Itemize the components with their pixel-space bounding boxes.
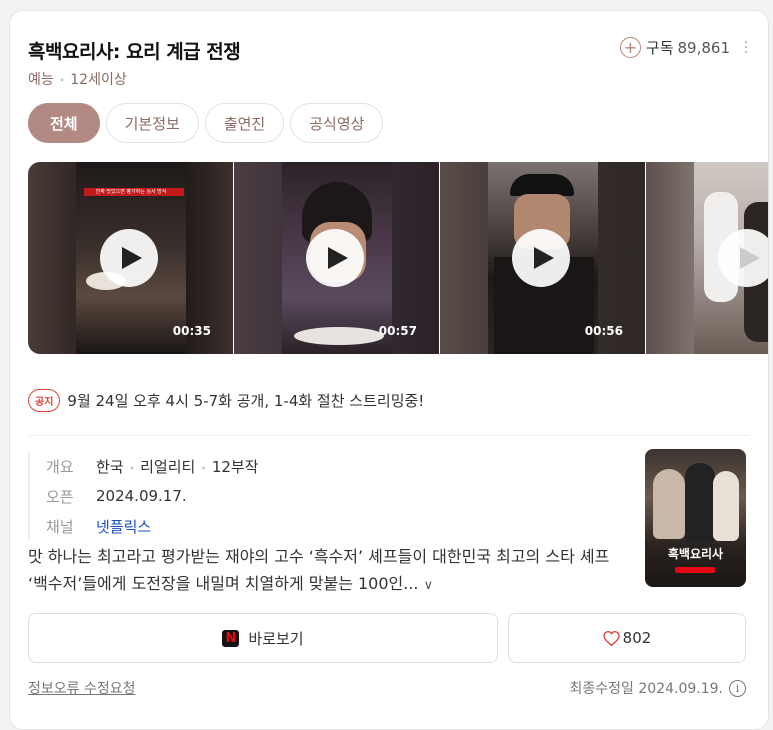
play-icon[interactable] [100,229,158,287]
subscribe-label: 구독 [645,39,674,57]
tab-official-videos[interactable]: 공식영상 [290,103,384,143]
subscribe-button[interactable]: + 구독 89,861 [619,37,731,58]
watch-now-button[interactable]: N 바로보기 [28,613,498,663]
play-icon[interactable] [306,229,364,287]
info-icon[interactable]: i [729,679,746,697]
report-error-link[interactable]: 정보오류 수정요청 [28,678,136,698]
info-row-overview: 개요 한국 • 리얼리티 • 12부작 [46,457,259,476]
divider [28,435,750,436]
info-row-open: 오픈 2024.09.17. [46,481,259,511]
tab-bar: 전체 기본정보 출연진 공식영상 [28,103,384,143]
synopsis-text: 맛 하나는 최고라고 평가받는 재야의 고수 ‘흑수저’ 셰프들이 대한민국 최… [28,547,610,593]
genre-value: 리얼리티 [140,457,196,476]
info-list: 개요 한국 • 리얼리티 • 12부작 오픈 2024.09.17. 채널 넷플릭스 [28,451,259,541]
video-duration: 00:57 [378,324,417,338]
chevron-down-icon[interactable]: ∨ [424,578,434,593]
episodes-value: 12부작 [211,457,259,476]
video-thumbnail[interactable]: 진짜 맛있으면 평가하는 심사 방식 00:35 [28,162,233,354]
program-card: 흑백요리사: 요리 계급 전쟁 예능 • 12세이상 + 구독 89,861 · · ·… [9,10,769,730]
play-icon[interactable] [512,229,570,287]
subscribe-count: 89,861 [677,38,731,57]
notice: 공지 9월 24일 오후 4시 5-7화 공개, 1-4화 절찬 스트리밍중! [28,389,424,412]
rating-label: 12세이상 [70,72,127,88]
notice-badge: 공지 [28,389,61,412]
plus-icon: + [619,37,641,58]
tab-all[interactable]: 전체 [28,103,100,143]
video-thumbnail[interactable]: 00:57 [234,162,439,354]
info-key: 오픈 [46,487,74,506]
program-meta: 예능 • 12세이상 [28,72,127,88]
last-modified-text: 최종수정일 2024.09.19. [569,681,723,697]
like-button[interactable]: 802 [508,613,746,663]
video-thumbnail[interactable] [646,162,768,354]
play-icon[interactable] [718,229,768,287]
notice-text: 9월 24일 오후 4시 5-7화 공개, 1-4화 절찬 스트리밍중! [67,392,425,410]
open-date-value: 2024.09.17. [96,487,187,505]
channel-link[interactable]: 넷플릭스 [96,516,151,537]
more-options-icon[interactable]: · · · [743,36,749,60]
synopsis: 맛 하나는 최고라고 평가받는 재야의 고수 ‘흑수저’ 셰프들이 대한민국 최… [28,543,610,599]
info-row-channel: 채널 넷플릭스 [46,511,259,541]
heart-icon [602,630,620,646]
tab-basic-info[interactable]: 기본정보 [105,103,199,143]
netflix-icon: N [222,629,240,647]
info-key: 개요 [46,457,74,476]
video-caption: 진짜 맛있으면 평가하는 심사 방식 [95,189,167,195]
tab-cast[interactable]: 출연진 [204,103,285,143]
watch-now-label: 바로보기 [248,629,304,648]
video-thumbnail[interactable]: 00:56 [440,162,645,354]
country-value: 한국 [96,457,124,476]
video-duration: 00:56 [584,324,623,338]
info-key: 채널 [46,517,74,536]
video-duration: 00:35 [172,324,211,338]
last-modified: 최종수정일 2024.09.19. i [570,678,746,698]
poster-image[interactable]: 흑백요리사 [645,449,746,587]
like-count: 802 [622,629,652,647]
genre-label: 예능 [28,72,54,88]
program-title[interactable]: 흑백요리사: 요리 계급 전쟁 [28,37,241,64]
video-carousel: 진짜 맛있으면 평가하는 심사 방식 00:35 00:57 00:56 [28,162,768,354]
